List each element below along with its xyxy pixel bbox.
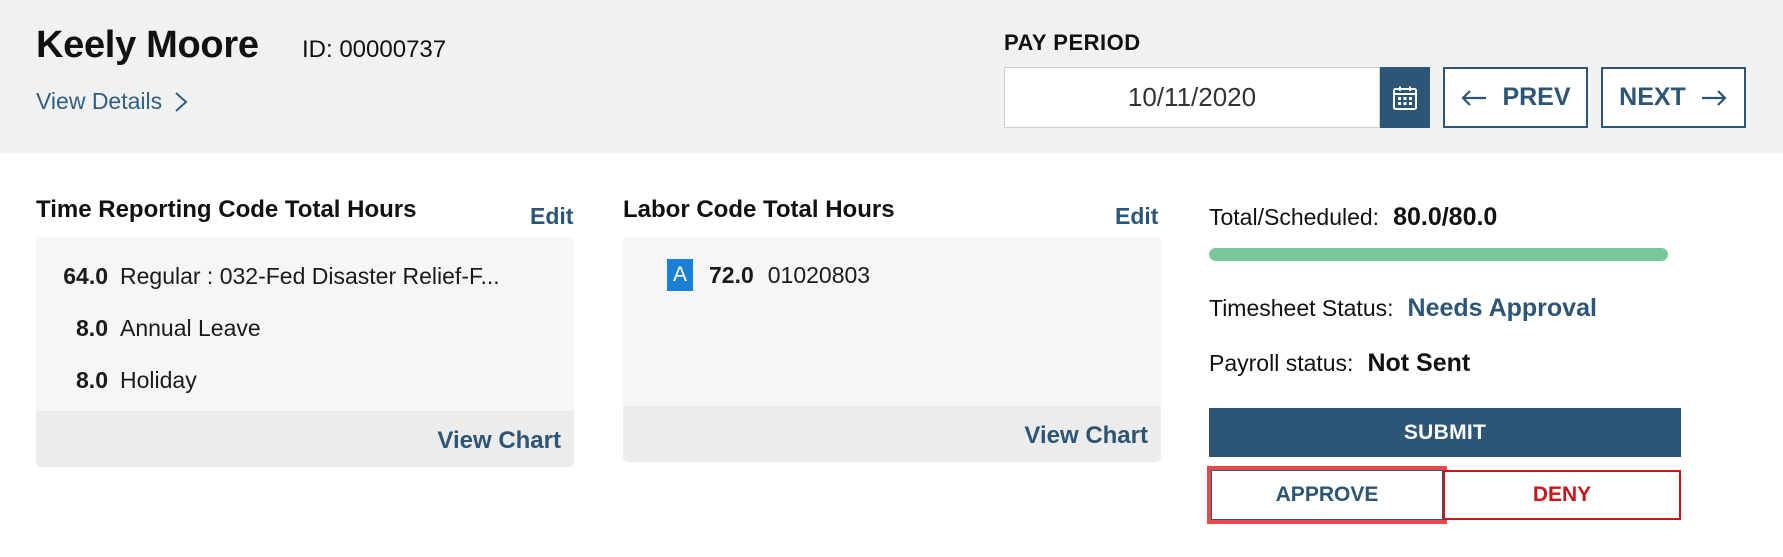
view-details-link[interactable]: View Details xyxy=(36,88,188,115)
arrow-left-icon xyxy=(1461,89,1487,106)
labor-section-title: Labor Code Total Hours xyxy=(623,196,895,223)
pay-period-label: PAY PERIOD xyxy=(1004,30,1141,55)
labor-view-chart-link[interactable]: View Chart xyxy=(1024,422,1148,450)
next-button[interactable]: NEXT xyxy=(1601,67,1746,128)
trc-card: 64.0 Regular : 032-Fed Disaster Relief-F… xyxy=(36,237,574,467)
trc-row: 8.0 Annual Leave xyxy=(36,308,574,348)
trc-edit-link[interactable]: Edit xyxy=(530,203,573,230)
calendar-icon xyxy=(1393,86,1417,110)
trc-row-label: Regular : 032-Fed Disaster Relief-F... xyxy=(120,262,500,289)
hours-progress-fill xyxy=(1209,248,1668,261)
payroll-status-value: Not Sent xyxy=(1367,349,1471,377)
labor-row-code: 01020803 xyxy=(767,261,871,288)
trc-row: 64.0 Regular : 032-Fed Disaster Relief-F… xyxy=(36,256,574,296)
submit-button[interactable]: SUBMIT xyxy=(1209,408,1681,457)
labor-row: A 72.0 01020803 xyxy=(667,259,870,291)
trc-row-label: Annual Leave xyxy=(120,314,261,341)
employee-name: Keely Moore xyxy=(36,24,259,66)
trc-row: 8.0 Holiday xyxy=(36,360,574,400)
trc-row-hours: 64.0 xyxy=(63,262,108,289)
trc-row-hours: 8.0 xyxy=(76,314,108,341)
labor-edit-link[interactable]: Edit xyxy=(1115,203,1158,230)
trc-view-chart-link[interactable]: View Chart xyxy=(437,427,561,455)
employee-header: Keely Moore ID: 00000737 View Details PA… xyxy=(0,0,1783,153)
view-details-label: View Details xyxy=(36,88,163,114)
payroll-status-label: Payroll status: xyxy=(1209,350,1354,376)
employee-id: ID: 00000737 xyxy=(302,36,447,63)
hours-progress-bar xyxy=(1209,248,1668,261)
trc-section-title: Time Reporting Code Total Hours xyxy=(36,196,417,223)
payroll-status: Payroll status: Not Sent xyxy=(1209,349,1470,378)
trc-row-label: Holiday xyxy=(120,366,197,393)
timesheet-status-value: Needs Approval xyxy=(1407,294,1597,322)
approve-button[interactable]: APPROVE xyxy=(1207,466,1447,524)
trc-row-hours: 8.0 xyxy=(76,366,108,393)
total-scheduled-label: Total/Scheduled: xyxy=(1209,204,1380,230)
timesheet-status-label: Timesheet Status: xyxy=(1209,295,1394,321)
prev-label: PREV xyxy=(1502,83,1571,111)
labor-badge: A xyxy=(667,259,693,291)
total-scheduled: Total/Scheduled: 80.0/80.0 xyxy=(1209,203,1497,232)
labor-row-hours: 72.0 xyxy=(709,261,754,288)
pay-period-date-input[interactable] xyxy=(1004,67,1380,128)
deny-button[interactable]: DENY xyxy=(1443,470,1681,520)
total-scheduled-value: 80.0/80.0 xyxy=(1393,203,1498,231)
timesheet-status: Timesheet Status: Needs Approval xyxy=(1209,294,1597,323)
prev-button[interactable]: PREV xyxy=(1443,67,1588,128)
trc-card-footer: View Chart xyxy=(36,411,574,467)
calendar-button[interactable] xyxy=(1380,67,1430,128)
labor-card: A 72.0 01020803 View Chart xyxy=(623,237,1161,462)
next-label: NEXT xyxy=(1619,83,1686,111)
labor-card-footer: View Chart xyxy=(623,406,1161,462)
arrow-right-icon xyxy=(1701,89,1727,106)
chevron-right-icon xyxy=(175,91,188,112)
